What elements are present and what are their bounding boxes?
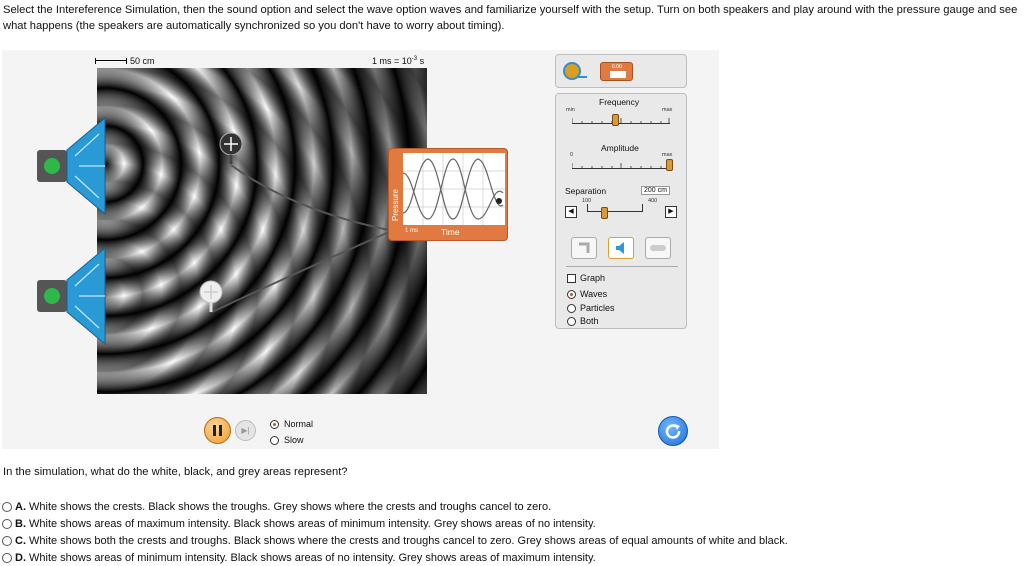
- radio-b[interactable]: [2, 518, 12, 529]
- light-mode-button[interactable]: [645, 237, 671, 259]
- sound-mode-button[interactable]: [608, 237, 634, 259]
- speaker-small-icon: [616, 242, 624, 254]
- step-icon: ▶|: [241, 426, 250, 435]
- separation-decrease-button[interactable]: ◀: [565, 206, 577, 218]
- answer-options: A. White shows the crests. Black shows t…: [2, 498, 788, 566]
- radio-c[interactable]: [2, 535, 12, 546]
- answer-option-c[interactable]: C. White shows both the crests and troug…: [2, 532, 788, 549]
- amplitude-slider-knob[interactable]: [666, 159, 673, 171]
- both-radio[interactable]: Both: [567, 316, 599, 326]
- interference-simulation: 50 cm 1 ms = 10-3 s Pressure 1 ms Time 0…: [2, 50, 719, 449]
- frequency-slider-knob[interactable]: [612, 114, 620, 126]
- speed-selector: Normal Slow: [270, 416, 313, 448]
- separation-slider[interactable]: [587, 204, 643, 212]
- pressure-probe-dark[interactable]: [217, 132, 245, 164]
- measuring-tape-icon[interactable]: [562, 61, 588, 83]
- instructions-text: Select the Intereference Simulation, the…: [3, 4, 1018, 32]
- speed-slow-radio[interactable]: Slow: [270, 432, 313, 448]
- gauge-screen: [402, 153, 505, 225]
- separation-slider-knob[interactable]: [601, 207, 609, 219]
- step-button[interactable]: ▶|: [235, 420, 256, 441]
- pressure-gauge[interactable]: Pressure 1 ms Time: [388, 148, 508, 241]
- playback-controls: ▶|: [204, 417, 256, 444]
- gauge-unit-label: 1 ms: [405, 228, 419, 234]
- reset-icon: [665, 424, 681, 439]
- question-text: In the simulation, what do the white, bl…: [3, 466, 348, 478]
- stopwatch-icon[interactable]: 0.00: [600, 62, 633, 81]
- control-panel: Frequency min max Amplitude 0 max Separa…: [555, 93, 687, 329]
- particles-radio[interactable]: Particles: [567, 303, 615, 313]
- separation-increase-button[interactable]: ▶: [665, 206, 677, 218]
- gauge-x-label: Time: [441, 227, 460, 237]
- pressure-probe-light[interactable]: [197, 278, 225, 312]
- pause-button[interactable]: [204, 417, 231, 444]
- frequency-slider[interactable]: [572, 116, 670, 124]
- tools-panel: 0.00: [555, 54, 687, 88]
- separation-value: 200 cm: [641, 186, 670, 195]
- pause-icon: [213, 425, 222, 436]
- faucet-icon: [579, 242, 590, 253]
- amplitude-label: Amplitude: [601, 143, 639, 153]
- graph-checkbox-box[interactable]: [567, 273, 576, 283]
- answer-option-d[interactable]: D. White shows areas of minimum intensit…: [2, 549, 788, 566]
- reset-button[interactable]: [658, 416, 688, 446]
- speed-normal-radio[interactable]: Normal: [270, 416, 313, 432]
- gauge-y-label: Pressure: [391, 189, 400, 222]
- amplitude-slider[interactable]: [572, 161, 670, 169]
- laser-icon: [650, 245, 666, 251]
- answer-option-b[interactable]: B. White shows areas of maximum intensit…: [2, 515, 788, 532]
- answer-option-a[interactable]: A. White shows the crests. Black shows t…: [2, 498, 788, 515]
- graph-checkbox[interactable]: Graph: [567, 273, 605, 283]
- water-mode-button[interactable]: [571, 237, 597, 259]
- radio-d[interactable]: [2, 552, 12, 563]
- separation-label: Separation: [565, 186, 607, 196]
- frequency-label: Frequency: [599, 97, 640, 107]
- radio-a[interactable]: [2, 501, 12, 512]
- waves-radio[interactable]: Waves: [567, 289, 607, 299]
